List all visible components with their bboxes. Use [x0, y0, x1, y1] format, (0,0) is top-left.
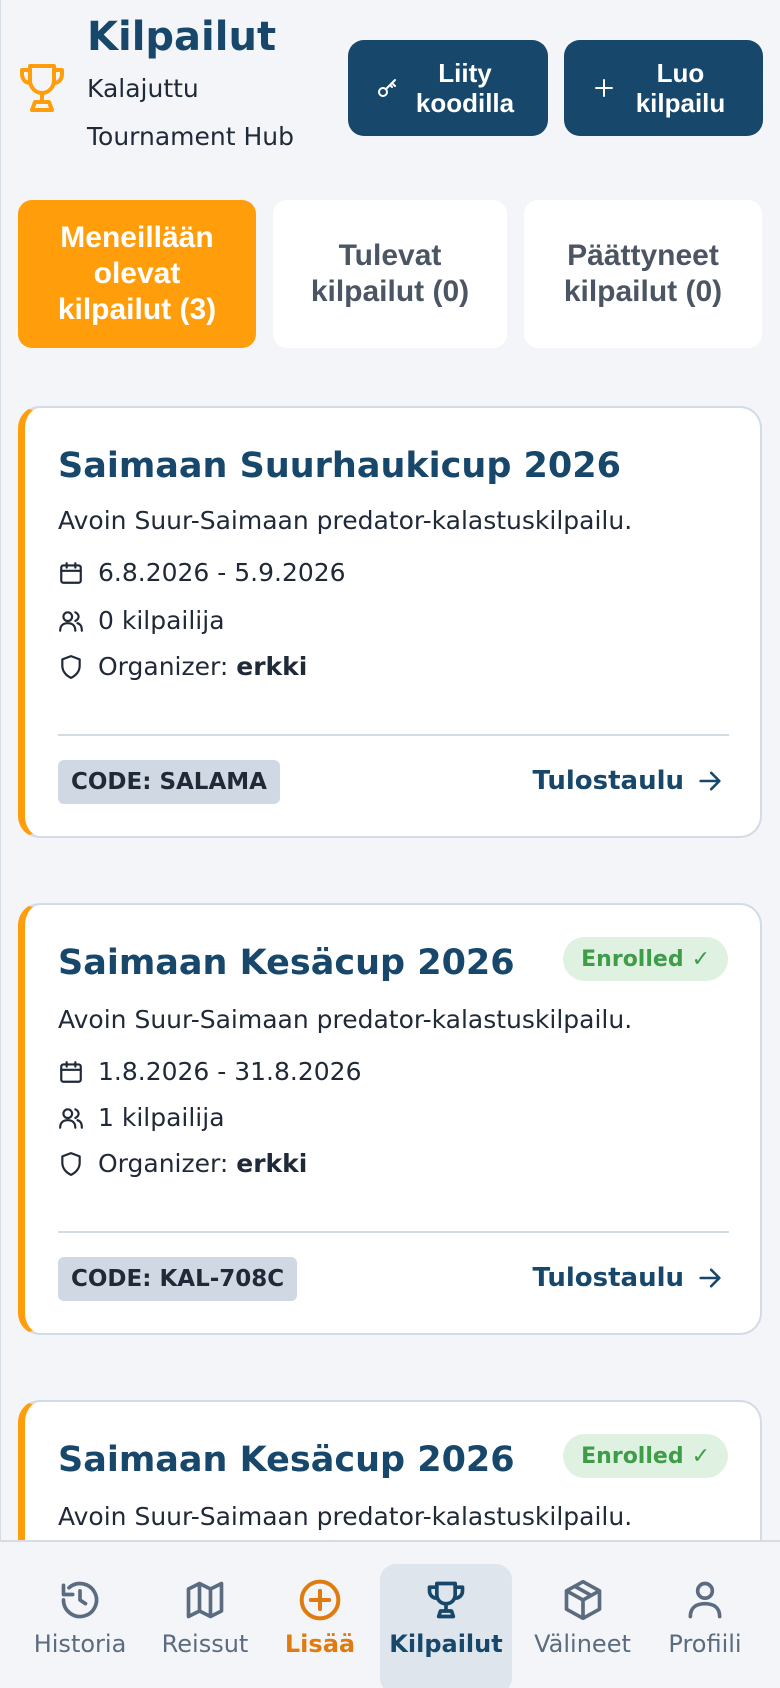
history-icon — [61, 1581, 99, 1619]
nav-item-kilpailut[interactable]: Kilpailut — [380, 1564, 512, 1688]
nav-label: Profiili — [668, 1630, 742, 1658]
organizer-label: Organizer: — [98, 652, 229, 681]
app-subtitle-line1: Kalajuttu — [87, 74, 199, 103]
competition-description: Avoin Suur-Saimaan predator-kalastuskilp… — [58, 506, 633, 535]
enrolled-badge: Enrolled ✓ — [563, 937, 728, 981]
competition-participants: 0 kilpailija — [58, 606, 225, 635]
join-button-line1: Liity — [438, 58, 492, 88]
leaderboard-label: Tulostaulu — [532, 1263, 684, 1293]
tab-ongoing[interactable]: Meneillään olevat kilpailut (3) — [18, 200, 256, 348]
tab-upcoming-line2: kilpailut (0) — [310, 275, 470, 308]
users-icon — [59, 1107, 83, 1129]
shield-icon — [61, 1151, 81, 1176]
nav-item-historia[interactable]: Historia — [30, 1564, 130, 1688]
card-divider — [58, 734, 729, 736]
users-icon — [59, 610, 83, 632]
competition-dates: 1.8.2026 - 31.8.2026 — [58, 1057, 361, 1086]
check-icon: ✓ — [691, 946, 710, 972]
page-title: Kilpailut — [87, 14, 277, 60]
trophy-icon — [427, 1581, 465, 1619]
participants-text: 1 kilpailija — [98, 1103, 225, 1132]
nav-label: Reissut — [161, 1630, 249, 1658]
tab-upcoming-line1: Tulevat — [338, 239, 442, 272]
organizer-name: erkki — [236, 652, 308, 681]
organizer-label: Organizer: — [98, 1149, 229, 1178]
trophy-icon — [20, 64, 64, 112]
arrow-right-icon — [699, 1268, 721, 1288]
plus-circle-icon — [299, 1579, 341, 1621]
nav-item-reissut[interactable]: Reissut — [155, 1564, 255, 1688]
app-subtitle-line2: Tournament Hub — [87, 122, 295, 151]
competition-card[interactable]: Saimaan Suurhaukicup 2026 Avoin Suur-Sai… — [18, 406, 762, 838]
nav-item-lisaa[interactable]: Lisää — [270, 1564, 370, 1688]
leaderboard-link[interactable]: Tulostaulu — [532, 1263, 724, 1293]
map-icon — [186, 1581, 224, 1619]
join-button-line2: koodilla — [415, 88, 515, 118]
tab-ended-line2: kilpailut (0) — [563, 275, 723, 308]
nav-item-profiili[interactable]: Profiili — [655, 1564, 755, 1688]
nav-label: Kilpailut — [389, 1630, 503, 1658]
user-icon — [688, 1581, 722, 1619]
competition-description: Avoin Suur-Saimaan predator-kalastuskilp… — [58, 1502, 633, 1531]
competition-title: Saimaan Kesäcup 2026 — [58, 1440, 515, 1480]
competition-title: Saimaan Kesäcup 2026 — [58, 943, 515, 983]
competition-code-badge: CODE: KAL-708C — [58, 1257, 298, 1301]
shield-icon — [61, 654, 81, 679]
create-button-line1: Luo — [656, 58, 705, 88]
create-competition-button[interactable]: Luo kilpailu — [564, 40, 763, 136]
calendar-icon — [60, 561, 82, 584]
bottom-navigation: Historia Reissut Lisää Kilpailut Välinee… — [0, 1540, 780, 1688]
tab-ended-line1: Päättyneet — [567, 239, 719, 272]
header: Kilpailut Kalajuttu Tournament Hub Liity… — [0, 0, 780, 170]
nav-label: Lisää — [284, 1630, 356, 1658]
check-icon: ✓ — [691, 1443, 710, 1469]
nav-item-valineet[interactable]: Välineet — [530, 1564, 635, 1688]
tab-upcoming[interactable]: Tulevat kilpailut (0) — [273, 200, 507, 348]
participants-text: 0 kilpailija — [98, 606, 225, 635]
enrolled-badge-label: Enrolled — [581, 1443, 684, 1469]
join-with-code-button[interactable]: Liity koodilla — [348, 40, 548, 136]
tab-ongoing-line3: kilpailut (3) — [57, 293, 217, 326]
competition-organizer: Organizer: erkki — [58, 652, 307, 681]
tab-ended[interactable]: Päättyneet kilpailut (0) — [524, 200, 762, 348]
card-divider — [58, 1231, 729, 1233]
competition-code-badge: CODE: SALAMA — [58, 760, 280, 804]
competition-participants: 1 kilpailija — [58, 1103, 225, 1132]
nav-label: Historia — [33, 1630, 127, 1658]
dates-text: 6.8.2026 - 5.9.2026 — [98, 558, 346, 587]
tab-ongoing-line1: Meneillään — [60, 221, 214, 254]
tab-ongoing-line2: olevat — [93, 257, 181, 290]
nav-label: Välineet — [534, 1630, 631, 1658]
dates-text: 1.8.2026 - 31.8.2026 — [98, 1057, 362, 1086]
arrow-right-icon — [699, 771, 721, 791]
competition-card[interactable]: Saimaan Kesäcup 2026 Enrolled ✓ Avoin Su… — [18, 903, 762, 1335]
box-icon — [564, 1579, 601, 1621]
competition-dates: 6.8.2026 - 5.9.2026 — [58, 558, 346, 587]
competition-organizer: Organizer: erkki — [58, 1149, 307, 1178]
key-icon — [378, 79, 396, 97]
competition-title: Saimaan Suurhaukicup 2026 — [58, 446, 621, 486]
leaderboard-label: Tulostaulu — [532, 766, 684, 796]
plus-icon — [594, 79, 613, 97]
calendar-icon — [60, 1060, 82, 1083]
enrolled-badge-label: Enrolled — [581, 946, 684, 972]
create-button-line2: kilpailu — [635, 88, 726, 118]
enrolled-badge: Enrolled ✓ — [563, 1434, 728, 1478]
leaderboard-link[interactable]: Tulostaulu — [532, 766, 724, 796]
organizer-name: erkki — [236, 1149, 308, 1178]
competition-description: Avoin Suur-Saimaan predator-kalastuskilp… — [58, 1005, 633, 1034]
